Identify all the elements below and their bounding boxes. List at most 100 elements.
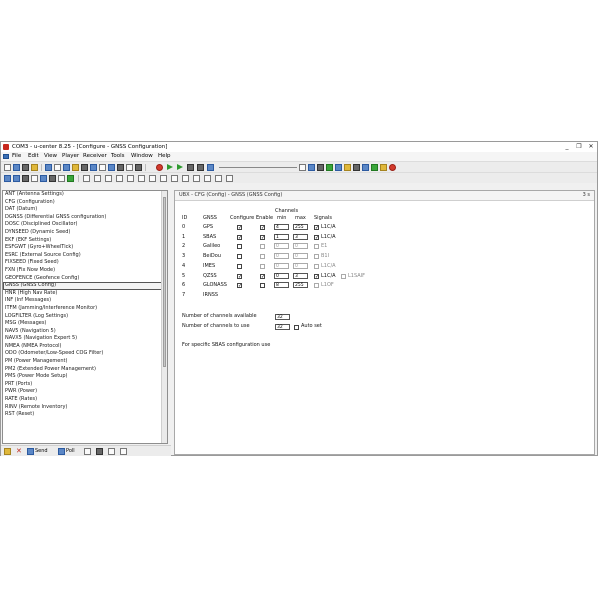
poll-button[interactable]: Poll: [66, 448, 75, 455]
configuration-view-icon[interactable]: [380, 164, 387, 171]
connection-icon[interactable]: [299, 164, 306, 171]
refresh-icon[interactable]: [96, 448, 103, 455]
message-list-item[interactable]: RATE (Rates): [3, 396, 167, 404]
settings-icon[interactable]: [72, 164, 79, 171]
menu-file[interactable]: File: [12, 152, 21, 161]
view-l-icon[interactable]: [204, 175, 211, 182]
menu-help[interactable]: Help: [158, 152, 171, 161]
back-icon[interactable]: [4, 175, 11, 182]
max-channels-field[interactable]: 255: [293, 224, 308, 230]
message-list-item[interactable]: FIXSEED (Fixed Seed): [3, 259, 167, 267]
min-channels-field[interactable]: 1: [274, 233, 289, 240]
view-f-icon[interactable]: [138, 175, 145, 182]
minimize-button[interactable]: _: [561, 143, 573, 151]
autobaud-icon[interactable]: [326, 164, 333, 171]
message-list-item[interactable]: NMEA (NMEA Protocol): [3, 343, 167, 351]
signal-checkbox[interactable]: [314, 263, 319, 269]
view-i-icon[interactable]: [171, 175, 178, 182]
message-list-scrollbar[interactable]: [161, 191, 167, 443]
poll-icon[interactable]: [58, 448, 65, 455]
configure-checkbox[interactable]: ✓: [237, 273, 242, 279]
table-view-icon[interactable]: [389, 164, 396, 171]
binary-console-icon[interactable]: [353, 164, 360, 171]
message-list-item[interactable]: RINV (Remote Inventory): [3, 404, 167, 412]
view-k-icon[interactable]: [193, 175, 200, 182]
min-channels-field[interactable]: 0: [274, 272, 289, 279]
loop-icon[interactable]: [207, 164, 214, 171]
record-log-icon[interactable]: [90, 164, 97, 171]
stop-icon[interactable]: [135, 164, 142, 171]
message-list-item[interactable]: PRT (Ports): [3, 381, 167, 389]
enable-checkbox[interactable]: [260, 244, 265, 250]
com-port-icon[interactable]: [308, 164, 315, 171]
text-console-icon[interactable]: [335, 164, 342, 171]
play-icon[interactable]: [167, 164, 173, 170]
signal-checkbox[interactable]: ✓: [314, 273, 319, 279]
message-list-item[interactable]: PMS (Power Mode Setup): [3, 373, 167, 381]
export-icon[interactable]: [126, 164, 133, 171]
message-list-item[interactable]: DGNSS (Differential GNSS configuration): [3, 214, 167, 222]
zoom-icon[interactable]: [63, 164, 70, 171]
view-j-icon[interactable]: [182, 175, 189, 182]
max-channels-field[interactable]: 0: [293, 262, 308, 269]
save-icon[interactable]: [13, 164, 20, 171]
scrollbar-thumb[interactable]: [163, 197, 166, 367]
message-list[interactable]: ANT (Antenna Settings) CFG (Configuration…: [2, 190, 168, 444]
enable-checkbox[interactable]: [260, 254, 265, 260]
message-list-item[interactable]: FXN (Fix Now Mode): [3, 267, 167, 275]
message-list-item[interactable]: ODO (Odometer/Low-Speed COG Filter): [3, 350, 167, 358]
signal-checkbox[interactable]: [314, 254, 319, 260]
messages-view-icon[interactable]: [362, 164, 369, 171]
close-button[interactable]: ✕: [585, 143, 597, 151]
max-channels-field[interactable]: 3: [293, 272, 308, 279]
print-icon[interactable]: [22, 164, 29, 171]
message-list-item[interactable]: DYNSEED (Dynamic Seed): [3, 229, 167, 237]
message-list-item[interactable]: RST (Reset): [3, 411, 167, 419]
camera-icon[interactable]: [81, 164, 88, 171]
message-list-item[interactable]: ANT (Antenna Settings): [3, 191, 167, 199]
menu-player[interactable]: Player: [62, 152, 79, 161]
map-icon[interactable]: [117, 164, 124, 171]
max-channels-field[interactable]: 3: [293, 233, 308, 240]
message-list-item[interactable]: GEOFENCE (Geofence Config): [3, 275, 167, 283]
wrench-icon[interactable]: [40, 175, 47, 182]
configure-checkbox[interactable]: ✓: [237, 234, 242, 240]
enable-checkbox[interactable]: [260, 283, 265, 289]
layout-icon[interactable]: [108, 164, 115, 171]
copy-icon[interactable]: [45, 164, 52, 171]
message-list-item[interactable]: PM2 (Extended Power Management): [3, 366, 167, 374]
message-list-item[interactable]: HNR (High Nav Rate): [3, 290, 167, 298]
configure-checkbox[interactable]: ✓: [237, 283, 242, 289]
view-m-icon[interactable]: [215, 175, 222, 182]
signal-checkbox[interactable]: [314, 283, 319, 289]
expand-icon[interactable]: [84, 448, 91, 455]
packet-console-icon[interactable]: [344, 164, 351, 171]
more-icon[interactable]: [120, 448, 127, 455]
channels-to-use-field[interactable]: 32: [275, 324, 290, 330]
view-c-icon[interactable]: [105, 175, 112, 182]
delete-icon[interactable]: ✕: [16, 448, 22, 455]
message-list-item[interactable]: ESRC (External Source Config): [3, 252, 167, 260]
menu-edit[interactable]: Edit: [28, 152, 39, 161]
message-list-item[interactable]: PWR (Power): [3, 388, 167, 396]
record-icon[interactable]: [156, 164, 163, 171]
message-list-item[interactable]: ITFM (Jamming/Interference Monitor): [3, 305, 167, 313]
min-channels-field[interactable]: 8: [274, 282, 289, 289]
configure-checkbox[interactable]: [237, 254, 242, 260]
configure-checkbox[interactable]: [237, 263, 242, 269]
bold-icon[interactable]: [49, 175, 56, 182]
max-channels-field[interactable]: 255: [293, 282, 308, 289]
checker-icon[interactable]: [58, 175, 65, 182]
configure-checkbox[interactable]: [237, 244, 242, 250]
view-d-icon[interactable]: [116, 175, 123, 182]
send-icon[interactable]: [27, 448, 34, 455]
menu-receiver[interactable]: Receiver: [83, 152, 107, 161]
signal-checkbox[interactable]: ✓: [314, 234, 319, 240]
message-list-item[interactable]: INF (Inf Messages): [3, 297, 167, 305]
dropdown-icon[interactable]: [22, 175, 29, 182]
signal2-checkbox[interactable]: [341, 273, 346, 279]
view-a-icon[interactable]: [83, 175, 90, 182]
message-list-item[interactable]: NAV5 (Navigation 5): [3, 328, 167, 336]
max-channels-field[interactable]: 0: [293, 253, 308, 260]
open-folder-icon[interactable]: [31, 164, 38, 171]
